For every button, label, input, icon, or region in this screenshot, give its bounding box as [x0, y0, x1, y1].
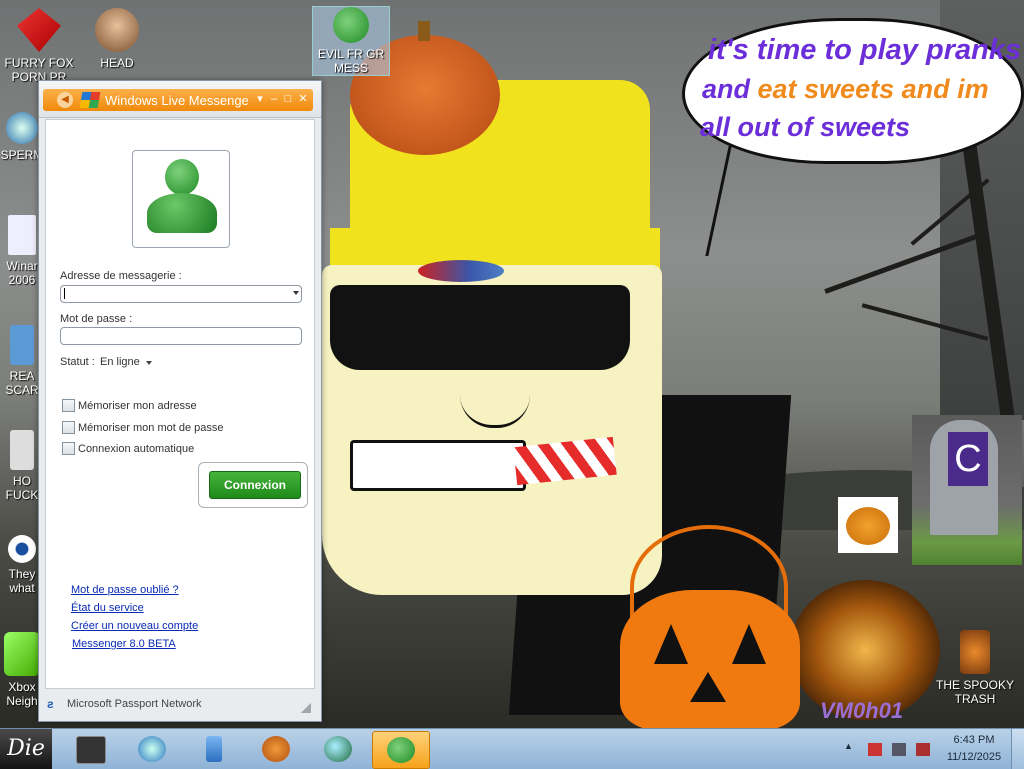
sign-in-panel: Adresse de messagerie : Mot de passe : S…	[45, 119, 315, 689]
head-icon	[95, 8, 139, 52]
bucket-eye	[732, 624, 766, 664]
taskbar-usb-button[interactable]	[186, 731, 242, 767]
fox-icon	[17, 8, 61, 52]
clock-date[interactable]: 11/12/2025	[942, 751, 1006, 763]
xbox-icon	[4, 632, 40, 676]
taskbar-browser-button[interactable]	[124, 731, 180, 767]
speech-line-1: it's time to play pranks	[708, 34, 1022, 66]
connect-button[interactable]: Connexion	[209, 471, 301, 499]
network-icon[interactable]	[892, 743, 906, 756]
messenger-icon	[333, 7, 369, 43]
buddy-head-icon	[165, 159, 199, 195]
browser-icon	[138, 736, 166, 762]
service-status-link[interactable]: État du service	[71, 602, 144, 614]
remember-password-checkbox[interactable]	[62, 421, 75, 434]
globe-icon	[324, 736, 352, 762]
speech-line-2: and eat sweets and im	[702, 74, 989, 104]
trash-icon	[960, 630, 990, 674]
status-dropdown[interactable]: En ligne	[100, 356, 140, 368]
avatar[interactable]	[132, 150, 230, 248]
window-menu-icon[interactable]: ◀	[57, 92, 73, 108]
flag-icon[interactable]	[868, 743, 882, 756]
passport-icon: ƨ	[47, 697, 54, 711]
text-cursor	[64, 288, 65, 299]
taskbar-messenger-button[interactable]	[372, 731, 430, 769]
desktop-icon-furry-fox[interactable]: FURRY FOX PORN PR	[4, 8, 74, 84]
speech-bubble-tail	[705, 146, 762, 256]
speech-line-3: all out of sweets	[700, 112, 911, 142]
remember-address-checkbox[interactable]	[62, 399, 75, 412]
pumpkin-bucket	[620, 590, 800, 728]
desktop-icon-head[interactable]: HEAD	[82, 8, 152, 70]
messenger-titlebar[interactable]: ◀ Windows Live Messenge ▾ – □ ✕	[39, 81, 321, 118]
forgot-password-link[interactable]: Mot de passe oublié ?	[71, 584, 179, 596]
bucket-nose	[690, 672, 726, 702]
auto-signin-label: Connexion automatique	[78, 443, 195, 455]
app-icon	[10, 325, 34, 365]
character-mouth	[350, 440, 526, 491]
fish-sticker	[418, 260, 504, 282]
browser-icon	[6, 112, 38, 144]
chevron-down-icon[interactable]: ▾	[253, 92, 267, 106]
resize-grip[interactable]	[301, 703, 311, 713]
chevron-down-icon[interactable]	[293, 291, 299, 295]
email-field[interactable]	[60, 285, 302, 303]
chevron-down-icon[interactable]	[146, 361, 152, 365]
messenger-beta-link[interactable]: Messenger 8.0 BETA	[72, 638, 176, 650]
start-button[interactable]: Die	[0, 729, 52, 769]
messenger-footer: ƨ Microsoft Passport Network	[45, 693, 313, 715]
password-label: Mot de passe :	[60, 313, 133, 325]
grave-letter: C	[948, 432, 988, 486]
buddy-body-icon	[147, 193, 217, 233]
desktop-icon-spooky-trash[interactable]: THE SPOOKY TRASH	[934, 630, 1016, 706]
messenger-titlebar-strip: ◀ Windows Live Messenge ▾ – □ ✕	[43, 89, 313, 111]
passport-network-text: Microsoft Passport Network	[67, 698, 202, 710]
window-title: Windows Live Messenge	[105, 93, 249, 108]
taskbar-pumpkin-button[interactable]	[248, 731, 304, 767]
windows-logo-icon	[79, 92, 101, 108]
password-field[interactable]	[60, 327, 302, 345]
messenger-window[interactable]: ◀ Windows Live Messenge ▾ – □ ✕ Adresse …	[38, 80, 322, 722]
taskbar-globe-button[interactable]	[310, 731, 366, 767]
close-button[interactable]: ✕	[296, 92, 310, 106]
volume-icon[interactable]	[916, 743, 930, 756]
remember-password-label: Mémoriser mon mot de passe	[78, 422, 224, 434]
pumpkin-icon	[262, 736, 290, 762]
connect-button-frame: Connexion	[198, 462, 308, 508]
status-label: Statut :	[60, 356, 95, 368]
character-sunglasses	[330, 285, 630, 370]
watermark: VM0h01	[820, 698, 904, 723]
app-icon	[10, 430, 34, 470]
auto-signin-checkbox[interactable]	[62, 442, 75, 455]
bucket-eye	[654, 624, 688, 664]
minimize-button[interactable]: –	[267, 92, 281, 106]
create-account-link[interactable]: Créer un nouveau compte	[71, 620, 198, 632]
remember-address-label: Mémoriser mon adresse	[78, 400, 197, 412]
clock-time[interactable]: 6:43 PM	[942, 734, 1006, 746]
maximize-button[interactable]: □	[281, 92, 295, 106]
document-icon	[8, 215, 36, 255]
taskbar: Die ▲ 6:43 PM 11/12/2025	[0, 728, 1024, 769]
eye-icon	[8, 535, 36, 563]
taskbar-folder-button[interactable]	[62, 731, 118, 767]
show-desktop-button[interactable]	[1011, 729, 1024, 769]
messenger-icon	[387, 737, 415, 763]
desktop-icon-evil-messenger[interactable]: EVIL FR GR MESS	[312, 6, 390, 76]
pumpkin-photo	[838, 497, 898, 553]
usb-icon	[206, 736, 222, 762]
tray-expand-icon[interactable]: ▲	[844, 741, 853, 751]
email-label: Adresse de messagerie :	[60, 270, 182, 282]
folder-icon	[76, 736, 106, 764]
